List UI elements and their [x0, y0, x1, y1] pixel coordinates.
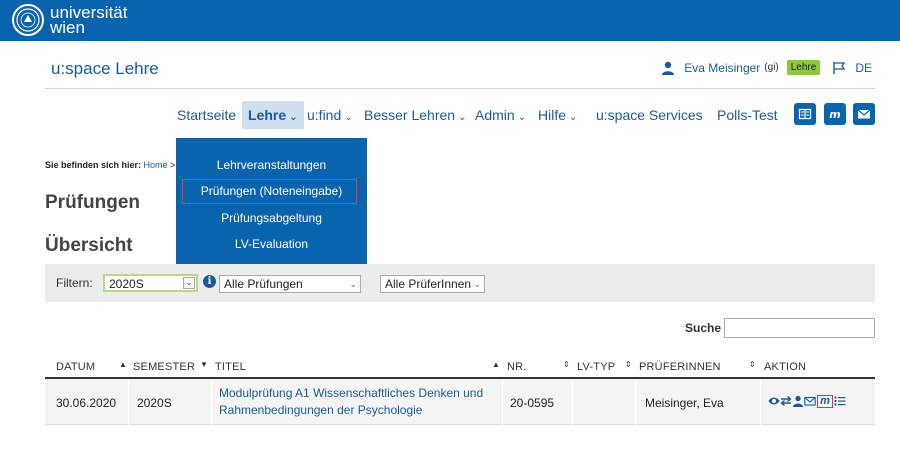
moodle-button[interactable]: m — [824, 103, 846, 125]
semester-value: 2020S — [109, 277, 144, 291]
col-semester[interactable]: SEMESTER — [133, 361, 195, 373]
breadcrumb-home[interactable]: Home — [144, 160, 168, 170]
chevron-down-icon: ⌄ — [349, 279, 357, 289]
eye-icon[interactable] — [768, 394, 780, 408]
language-switch[interactable]: DE — [855, 61, 872, 75]
moodle-icon: m — [829, 108, 840, 121]
section-title: Übersicht — [45, 235, 133, 256]
col-nr[interactable]: NR. — [507, 361, 527, 373]
examiner-select[interactable]: Alle PrüferInnen ⌄ — [380, 275, 485, 293]
nav-item-hilfe[interactable]: Hilfe ⌄ — [538, 101, 577, 129]
cell-semester: 2020S — [137, 396, 172, 410]
sort-asc-icon[interactable]: ▲ — [119, 360, 127, 369]
sort-asc-icon[interactable]: ▲ — [492, 360, 500, 369]
menu-item-lehrveranstaltungen[interactable]: Lehrveranstaltungen — [176, 158, 367, 172]
chevron-down-icon: ⌄ — [473, 279, 481, 289]
chevron-down-icon: ⌄ — [289, 112, 298, 123]
user-suffix: (gi) — [764, 62, 779, 73]
flag-icon[interactable] — [832, 61, 846, 75]
menu-item-pruefungsabgeltung[interactable]: Prüfungsabgeltung — [176, 211, 367, 225]
table-row: 30.06.2020 2020S Modulprüfung A1 Wissens… — [45, 379, 875, 425]
sort-both-icon[interactable]: ⇕ — [563, 360, 570, 369]
row-actions: m — [768, 394, 846, 408]
user-icon[interactable] — [792, 394, 804, 408]
titel-line1: Modulprüfung A1 Wissenschaftliches Denke… — [219, 386, 484, 400]
page-title: Prüfungen — [45, 192, 140, 213]
column-divider — [572, 379, 573, 425]
main-nav: Startseite Lehre ⌄ u:find ⌄ Besser Lehren ⌄… — [0, 101, 900, 129]
cell-titel-link[interactable]: Modulprüfung A1 Wissenschaftliches Denke… — [219, 385, 483, 419]
menu-item-lv-evaluation[interactable]: LV-Evaluation — [176, 237, 367, 251]
breadcrumb: Sie befinden sich hier: Home > — [45, 160, 175, 170]
column-divider — [211, 379, 212, 425]
filter-bar: Filtern: 2020S ⌄ i Alle Prüfungen ⌄ Alle… — [45, 264, 875, 302]
user-icon — [662, 61, 675, 75]
examiner-select-value: Alle PrüferInnen — [385, 277, 472, 291]
brand-line2: wien — [50, 18, 85, 37]
breadcrumb-prefix: Sie befinden sich hier: — [45, 160, 142, 170]
university-logo[interactable]: universität wien — [12, 4, 127, 36]
nav-item-lehre[interactable]: Lehre ⌄ — [242, 101, 304, 129]
col-aktion: AKTION — [764, 361, 807, 373]
column-divider — [760, 379, 761, 425]
exam-select[interactable]: Alle Prüfungen ⌄ — [219, 275, 361, 293]
highlight-box — [182, 179, 357, 204]
nav-item-startseite[interactable]: Startseite — [177, 101, 236, 129]
svg-text:m: m — [829, 108, 840, 121]
chevron-down-icon: ⌄ — [517, 112, 527, 123]
filter-label: Filtern: — [56, 276, 93, 290]
column-divider — [502, 379, 503, 425]
column-divider — [128, 379, 129, 425]
titel-line2: Rahmenbedingungen der Psychologie — [219, 403, 423, 417]
col-titel[interactable]: TITEL — [215, 361, 246, 373]
nav-item-besser-lehren[interactable]: Besser Lehren ⌄ — [364, 101, 466, 129]
cell-prueferinnen: Meisinger, Eva — [645, 396, 724, 410]
role-badge: Lehre — [786, 60, 821, 75]
list-icon[interactable] — [834, 394, 846, 408]
header-divider — [45, 88, 875, 89]
book-icon — [798, 108, 812, 120]
chevron-down-icon: ⌄ — [569, 112, 578, 123]
nav-item-polls-test[interactable]: Polls-Test — [717, 101, 778, 129]
info-icon[interactable]: i — [203, 275, 216, 288]
table-header: DATUM ▲ SEMESTER ▼ TITEL ▲ NR. ⇕ LV-TYP … — [45, 355, 875, 379]
cell-nr: 20-0595 — [510, 396, 555, 410]
mail-icon[interactable] — [804, 394, 816, 408]
search-input[interactable] — [724, 318, 875, 338]
col-lv-typ[interactable]: LV-TYP — [577, 361, 615, 373]
book-button[interactable] — [794, 103, 816, 125]
sort-both-icon[interactable]: ⇕ — [625, 360, 632, 369]
nav-item-uspace-services[interactable]: u:space Services — [596, 101, 703, 129]
seal-icon — [12, 4, 44, 36]
user-area: Eva Meisinger (gi) Lehre DE — [662, 60, 872, 75]
app-title[interactable]: u:space Lehre — [51, 59, 159, 79]
cell-datum: 30.06.2020 — [56, 396, 117, 410]
col-datum[interactable]: DATUM — [56, 361, 95, 373]
sort-both-icon[interactable]: ⇕ — [749, 360, 756, 369]
moodle-icon[interactable]: m — [817, 394, 833, 408]
mail-button[interactable] — [853, 103, 875, 125]
chevron-down-icon: ⌄ — [183, 277, 195, 289]
nav-item-ufind[interactable]: u:find ⌄ — [307, 101, 353, 129]
user-name[interactable]: Eva Meisinger — [684, 61, 760, 75]
nav-item-admin[interactable]: Admin ⌄ — [475, 101, 526, 129]
chevron-down-icon: ⌄ — [458, 112, 467, 123]
top-bar: universität wien — [0, 0, 900, 41]
semester-select[interactable]: 2020S ⌄ — [103, 274, 198, 292]
mail-icon — [857, 109, 871, 119]
breadcrumb-separator: > — [170, 160, 176, 170]
search-label: Suche — [685, 321, 722, 335]
col-prueferinnen[interactable]: PRÜFERINNEN — [639, 361, 721, 373]
exam-select-value: Alle Prüfungen — [224, 277, 303, 291]
chevron-down-icon: ⌄ — [344, 112, 353, 123]
column-divider — [635, 379, 636, 425]
transfer-icon[interactable] — [780, 394, 792, 408]
sort-desc-icon[interactable]: ▼ — [200, 360, 208, 369]
